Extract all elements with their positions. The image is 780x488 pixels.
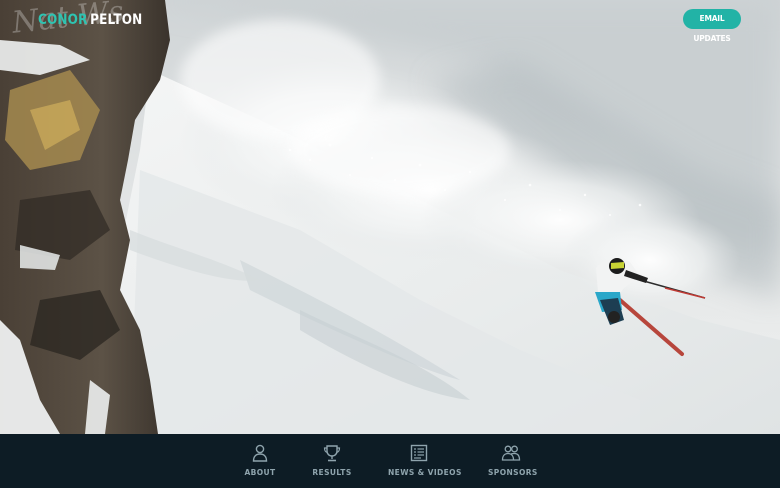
trophy-icon [323,445,341,462]
nav-item-news-videos[interactable]: NEWS & VIDEOS [388,443,462,483]
brand-last-name: PELTON [90,12,143,28]
nav-item-results[interactable]: RESULTS [312,443,352,483]
bottom-nav: ABOUT RESULTS NEWS & VIDEOS SPONSORS [0,434,780,488]
news-icon [410,444,428,462]
email-updates-button[interactable]: EMAIL UPDATES [683,9,741,43]
site-logo[interactable]: CONOR PELTON [38,10,142,30]
nav-label-news-videos: NEWS & VIDEOS [388,468,462,477]
nav-label-sponsors: SPONSORS [488,468,538,477]
nav-label-results: RESULTS [312,468,352,477]
person-icon [252,444,268,462]
brand-first-name: CONOR [38,12,88,28]
hero-image [0,0,780,434]
nav-label-about: ABOUT [244,468,276,477]
nav-item-about[interactable]: ABOUT [243,443,277,483]
hero-scene [0,0,780,434]
group-icon [501,445,521,461]
nav-item-sponsors[interactable]: SPONSORS [488,443,538,483]
